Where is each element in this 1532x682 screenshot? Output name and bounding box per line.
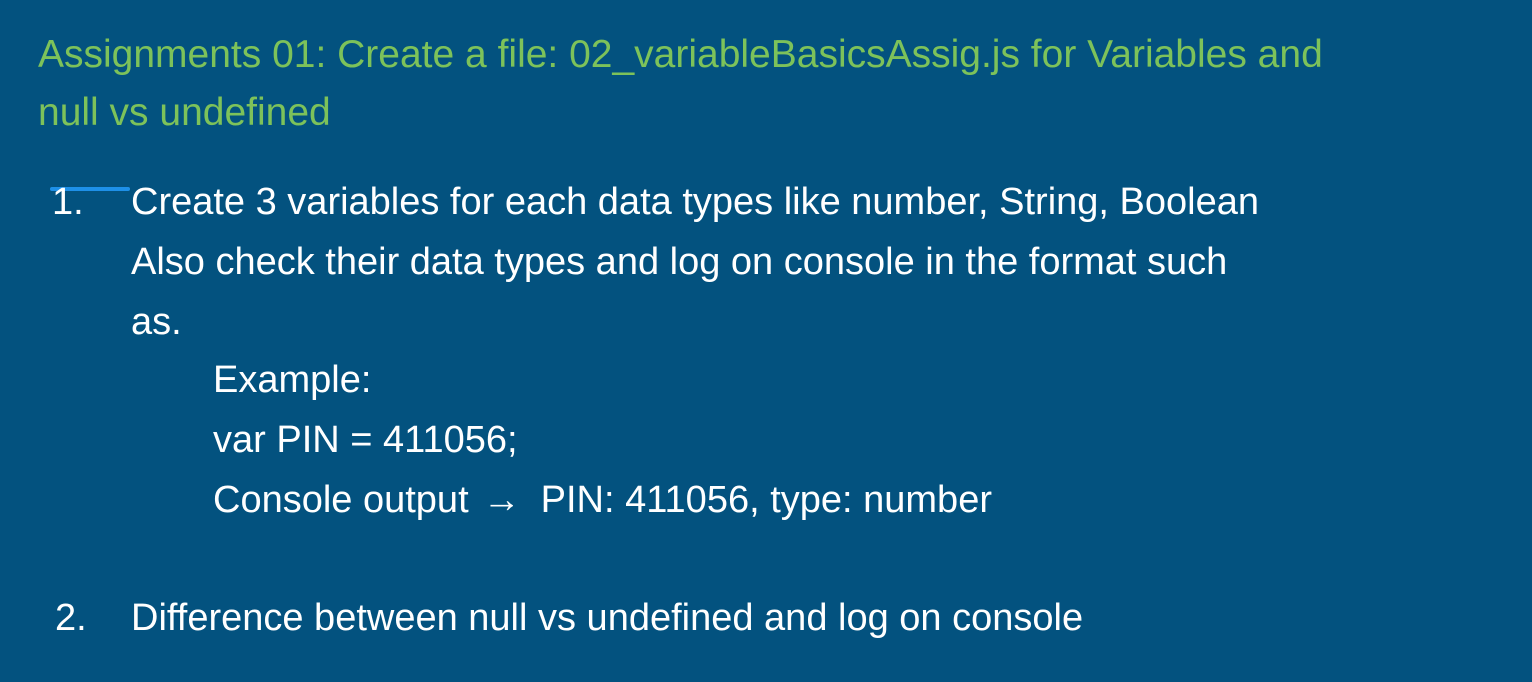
title-line-1: Assignments 01: Create a file: 02_variab… (38, 33, 1323, 76)
page-title: Assignments 01: Create a file: 02_variab… (38, 26, 1498, 142)
output-value: PIN: 411056, type: number (540, 479, 992, 521)
title-line-2: null vs undefined (38, 91, 331, 134)
list-item-text: Difference between null vs undefined and… (131, 588, 1083, 648)
list-item-text: Create 3 variables for each data types l… (131, 172, 1259, 352)
slide: Assignments 01: Create a file: 02_variab… (0, 0, 1532, 682)
example-heading: Example: (213, 359, 372, 401)
list-item-number: 2. (55, 597, 87, 639)
item-1-line-3: as. (131, 301, 182, 343)
example-code: var PIN = 411056; (213, 419, 518, 461)
example-block: Example: var PIN = 411056; Console outpu… (213, 350, 992, 530)
item-1-line-2: Also check their data types and log on c… (131, 241, 1228, 283)
output-label: Console output (213, 479, 469, 521)
list-item-number: 1. (52, 181, 84, 223)
item-1-line-1: Create 3 variables for each data types l… (131, 181, 1259, 223)
arrow-right-icon: → (482, 479, 521, 521)
item-2-line-1: Difference between null vs undefined and… (131, 597, 1084, 639)
example-output: Console output → PIN: 411056, type: number (213, 470, 992, 530)
